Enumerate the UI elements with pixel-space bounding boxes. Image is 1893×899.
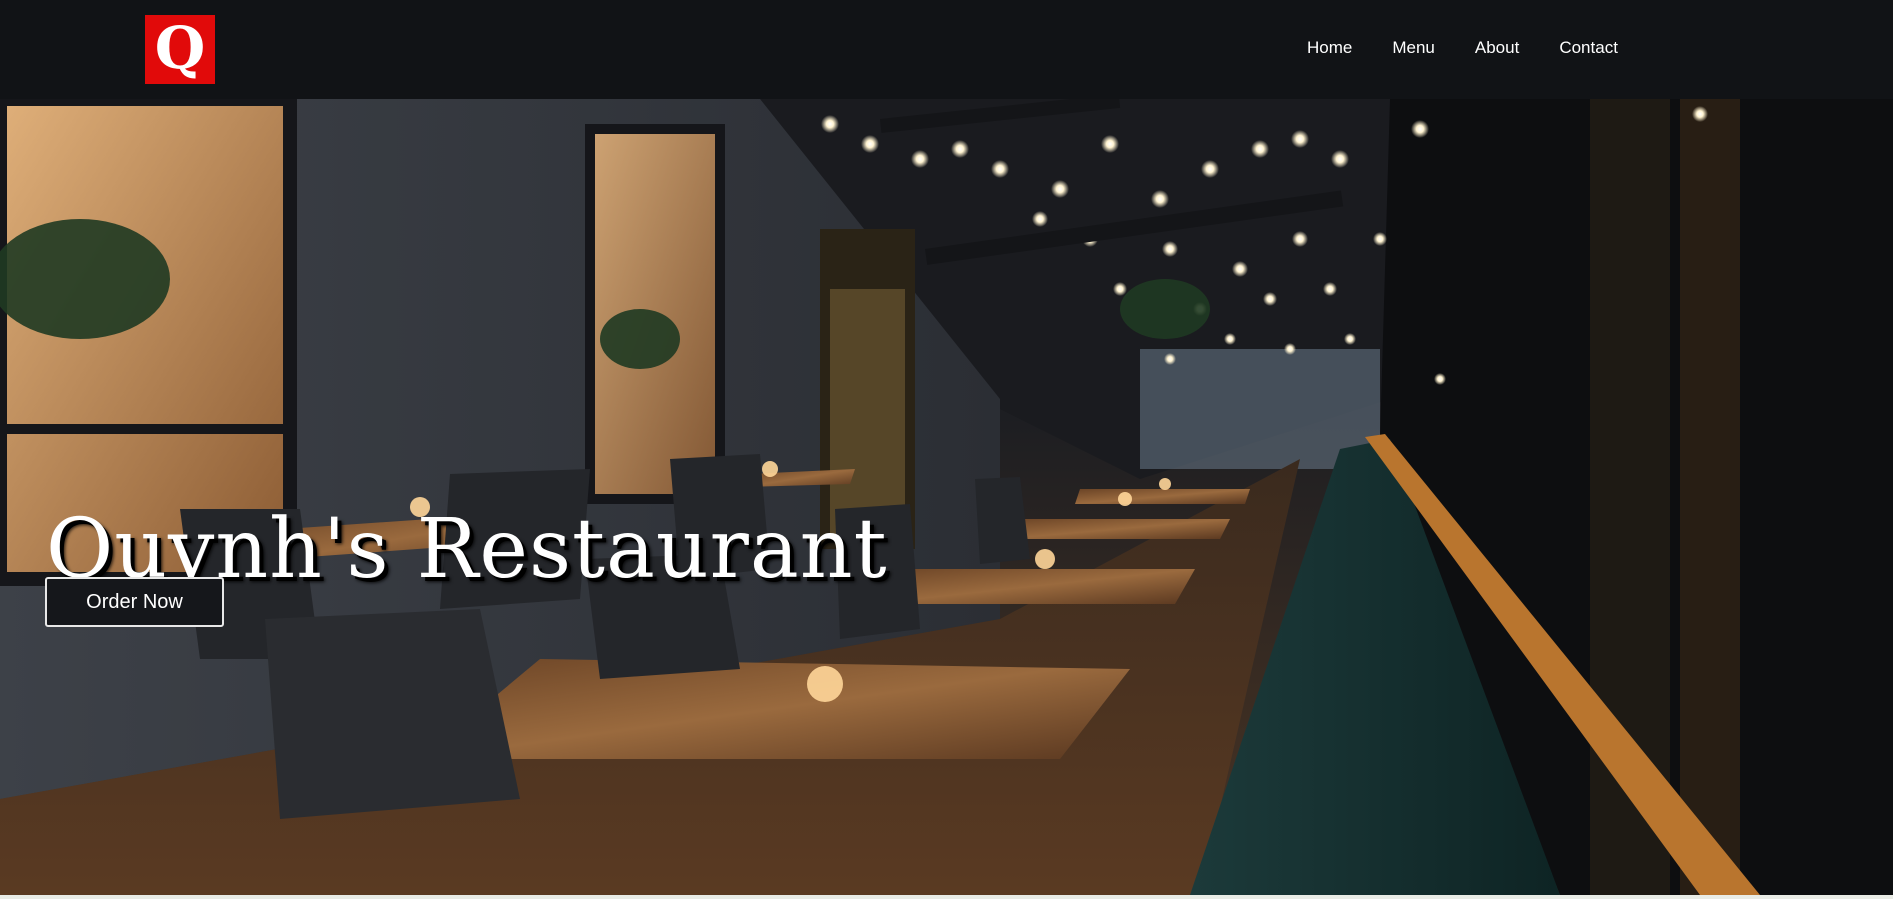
hero-section: Quynh's Restaurant Order Now bbox=[0, 99, 1893, 895]
logo[interactable]: Q bbox=[145, 15, 215, 84]
navbar: Q Home Menu About Contact bbox=[0, 0, 1893, 99]
nav-links: Home Menu About Contact bbox=[1307, 38, 1658, 58]
nav-link-contact[interactable]: Contact bbox=[1559, 38, 1618, 58]
nav-link-home[interactable]: Home bbox=[1307, 38, 1352, 58]
page-bottom-divider bbox=[0, 895, 1893, 899]
restaurant-patio-photo bbox=[0, 99, 1893, 895]
order-now-button[interactable]: Order Now bbox=[45, 577, 224, 627]
nav-link-about[interactable]: About bbox=[1475, 38, 1519, 58]
logo-letter: Q bbox=[154, 13, 206, 82]
nav-link-menu[interactable]: Menu bbox=[1392, 38, 1435, 58]
